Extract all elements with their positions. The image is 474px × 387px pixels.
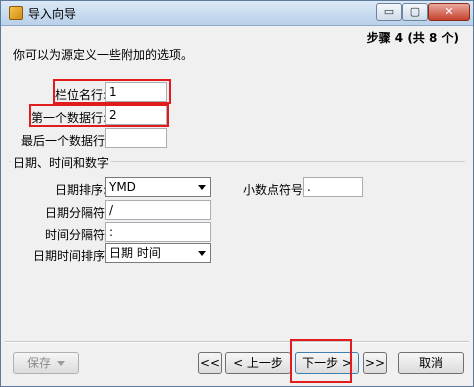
date-order-select[interactable]: YMD	[105, 177, 211, 197]
date-delimiter-label: 日期分隔符:	[45, 206, 110, 220]
datetime-group-title: 日期、时间和数字	[11, 154, 112, 171]
import-wizard-window: 导入向导 ▭ ▢ ✕ 步骤 4 (共 8 个) 你可以为源定义一些附加的选项。 …	[0, 0, 474, 387]
chevron-down-icon	[198, 185, 206, 190]
window-title: 导入向导	[28, 7, 77, 21]
chevron-down-icon	[198, 251, 206, 256]
title-bar[interactable]: 导入向导 ▭ ▢ ✕	[1, 1, 473, 26]
app-icon	[9, 6, 23, 20]
chevron-down-icon	[57, 361, 65, 366]
first-step-button[interactable]: <<	[198, 352, 222, 374]
cancel-button[interactable]: 取消	[398, 352, 464, 374]
highlight-box-field-name-row	[53, 79, 171, 104]
minimize-button[interactable]: ▭	[376, 3, 402, 21]
highlight-box-first-data-row	[29, 104, 169, 127]
time-delimiter-input[interactable]: :	[105, 222, 211, 242]
close-button[interactable]: ✕	[428, 3, 470, 21]
last-step-button[interactable]: >>	[363, 352, 387, 374]
date-order-label: 日期排序:	[55, 183, 108, 197]
datetime-order-select[interactable]: 日期 时间	[105, 243, 211, 263]
last-data-row-label: 最后一个数据行:	[21, 134, 110, 148]
datetime-order-label: 日期时间排序:	[33, 249, 110, 263]
time-delimiter-label: 时间分隔符:	[45, 228, 110, 242]
intro-text: 你可以为源定义一些附加的选项。	[13, 48, 194, 62]
save-button-label: 保存	[26, 356, 51, 370]
datetime-order-value: 日期 时间	[109, 246, 161, 260]
date-delimiter-input[interactable]: /	[105, 200, 211, 220]
decimal-symbol-label: 小数点符号:	[243, 183, 308, 197]
date-order-value: YMD	[109, 180, 136, 194]
decimal-symbol-input[interactable]: .	[303, 177, 363, 197]
footer-divider	[5, 341, 469, 343]
back-button[interactable]: < 上一步	[225, 352, 291, 374]
save-button[interactable]: 保存	[13, 352, 79, 374]
highlight-box-next-button	[290, 339, 352, 383]
last-data-row-input[interactable]	[105, 128, 167, 148]
maximize-button[interactable]: ▢	[402, 3, 428, 21]
step-indicator: 步骤 4 (共 8 个)	[366, 31, 459, 45]
